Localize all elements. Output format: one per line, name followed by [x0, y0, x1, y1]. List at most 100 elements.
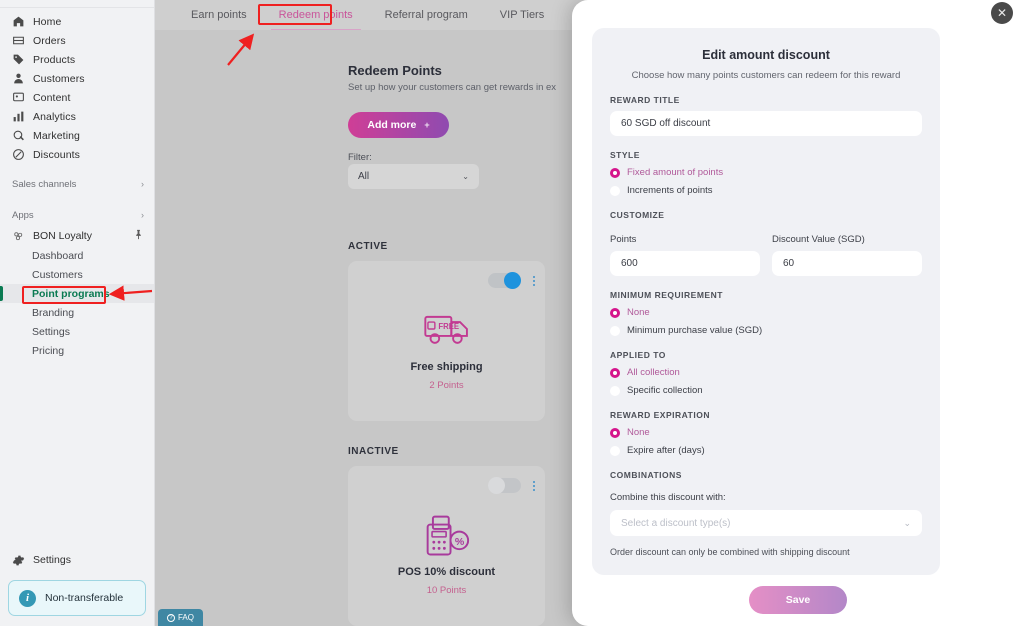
sidebar-item-orders[interactable]: Orders	[0, 31, 154, 50]
sales-channels-label: Sales channels	[12, 178, 77, 190]
app-name-label: BON Loyalty	[33, 230, 92, 242]
close-icon[interactable]: ✕	[991, 2, 1013, 24]
points-field-group: Points	[610, 224, 760, 276]
sidebar-item-label: Content	[33, 91, 71, 104]
content-icon	[12, 91, 25, 104]
chevron-right-icon: ›	[141, 210, 144, 220]
edit-amount-discount-modal: Edit amount discount Choose how many poi…	[572, 0, 1024, 626]
card-menu-icon[interactable]	[533, 480, 535, 491]
tab-referral-program[interactable]: Referral program	[369, 0, 484, 30]
radio-minimum-purchase-value[interactable]: Minimum purchase value (SGD)	[610, 325, 922, 336]
reward-card-points: 2 Points	[429, 380, 464, 391]
reward-card-name: Free shipping	[410, 361, 483, 373]
sidebar-item-label: Customers	[33, 72, 85, 85]
marketing-megaphone-icon	[12, 129, 25, 142]
sidebar-item-discounts[interactable]: Discounts	[0, 145, 154, 164]
card-header	[488, 272, 535, 289]
reward-toggle[interactable]	[488, 272, 521, 289]
sidebar-sub-label: Point programs	[32, 287, 110, 300]
filter-value: All	[358, 171, 370, 182]
tab-vip-tiers[interactable]: VIP Tiers	[484, 0, 560, 30]
sidebar-item-customers[interactable]: Customers	[0, 69, 154, 88]
filter-select[interactable]: All ⌄	[348, 164, 479, 189]
reward-title-input[interactable]	[610, 111, 922, 136]
sidebar-sub-label: Customers	[32, 268, 83, 281]
radio-expiration-none[interactable]: None	[610, 427, 922, 438]
discount-value-input[interactable]	[772, 251, 922, 276]
sidebar-item-customers-app[interactable]: Customers	[0, 265, 154, 284]
radio-label: Fixed amount of points	[627, 167, 724, 178]
reward-card-free-shipping[interactable]: FREE Free shipping 2 Points	[348, 261, 545, 421]
discount-type-select[interactable]: Select a discount type(s) ⌄	[610, 510, 922, 536]
faq-button[interactable]: ? FAQ	[158, 609, 203, 626]
section-header-inactive: INACTIVE	[348, 446, 399, 457]
modal-title: Edit amount discount	[702, 48, 830, 62]
pin-icon[interactable]	[133, 229, 144, 243]
customize-label: CUSTOMIZE	[610, 210, 665, 220]
svg-text:FREE: FREE	[438, 322, 459, 331]
tab-label: VIP Tiers	[499, 9, 545, 21]
sidebar-app-bon-loyalty[interactable]: BON Loyalty	[0, 226, 154, 246]
modal-subtitle: Choose how many points customers can red…	[631, 70, 901, 81]
sidebar-item-content[interactable]: Content	[0, 88, 154, 107]
radio-fixed-amount-of-points[interactable]: Fixed amount of points	[610, 167, 922, 178]
sidebar-item-products[interactable]: Products	[0, 50, 154, 69]
toggle-knob	[504, 272, 521, 289]
pos-terminal-percent-icon: %	[348, 514, 545, 558]
card-menu-icon[interactable]	[533, 275, 535, 286]
non-transferable-label: Non-transferable	[45, 592, 124, 604]
sidebar-sub-label: Settings	[32, 325, 70, 338]
sidebar-item-settings-app[interactable]: Settings	[0, 322, 154, 341]
question-mark-icon: ?	[166, 613, 175, 622]
radio-selected-icon	[610, 307, 620, 318]
reward-card-pos-discount[interactable]: % POS 10% discount 10 Points	[348, 466, 545, 626]
chevron-down-icon: ⌄	[462, 172, 469, 181]
products-tag-icon	[12, 53, 25, 66]
radio-minimum-none[interactable]: None	[610, 307, 922, 318]
sidebar-section-apps[interactable]: Apps ›	[0, 204, 154, 226]
combinations-label: COMBINATIONS	[610, 470, 682, 480]
sidebar-item-point-programs[interactable]: Point programs	[0, 284, 154, 303]
sidebar-top-strip	[0, 0, 154, 8]
radio-label: Expire after (days)	[627, 445, 705, 456]
modal-body: Edit amount discount Choose how many poi…	[592, 28, 940, 575]
orders-icon	[12, 34, 25, 47]
save-button[interactable]: Save	[749, 586, 847, 614]
minimum-requirement-label: MINIMUM REQUIREMENT	[610, 290, 723, 300]
radio-all-collection[interactable]: All collection	[610, 367, 922, 378]
combine-with-label: Combine this discount with:	[610, 492, 726, 503]
sidebar-bottom: Settings i Non-transferable	[0, 548, 154, 626]
radio-specific-collection[interactable]: Specific collection	[610, 385, 922, 396]
radio-increments-of-points[interactable]: Increments of points	[610, 185, 922, 196]
points-input[interactable]	[610, 251, 760, 276]
sidebar-item-marketing[interactable]: Marketing	[0, 126, 154, 145]
sidebar-item-branding[interactable]: Branding	[0, 303, 154, 322]
sidebar-section-sales-channels[interactable]: Sales channels ›	[0, 173, 154, 195]
sidebar-item-dashboard[interactable]: Dashboard	[0, 246, 154, 265]
non-transferable-banner[interactable]: i Non-transferable	[8, 580, 146, 616]
style-label: STYLE	[610, 150, 640, 160]
tab-redeem-points[interactable]: Redeem points	[263, 0, 369, 31]
page-title: Redeem Points	[348, 63, 442, 78]
analytics-bars-icon	[12, 110, 25, 123]
section-header-active: ACTIVE	[348, 241, 388, 252]
bon-loyalty-logo-icon	[12, 230, 25, 243]
radio-unselected-icon	[610, 445, 620, 456]
add-more-button[interactable]: Add more +	[348, 112, 449, 138]
filter-label: Filter:	[348, 152, 372, 163]
sidebar-item-settings[interactable]: Settings	[0, 548, 154, 572]
home-icon	[12, 15, 25, 28]
reward-card-points: 10 Points	[426, 585, 467, 596]
sidebar-item-analytics[interactable]: Analytics	[0, 107, 154, 126]
sidebar-item-label: Products	[33, 53, 76, 66]
app-root: Home Orders Products Customers Content A…	[0, 0, 1024, 626]
reward-card-name: POS 10% discount	[397, 566, 496, 578]
sidebar-item-label: Marketing	[33, 129, 81, 142]
radio-expire-after-days[interactable]: Expire after (days)	[610, 445, 922, 456]
tab-earn-points[interactable]: Earn points	[175, 0, 263, 30]
sidebar-item-home[interactable]: Home	[0, 12, 154, 31]
reward-toggle[interactable]	[488, 477, 521, 494]
sidebar-item-pricing[interactable]: Pricing	[0, 341, 154, 360]
radio-selected-icon	[610, 167, 620, 178]
toggle-knob	[488, 477, 505, 494]
